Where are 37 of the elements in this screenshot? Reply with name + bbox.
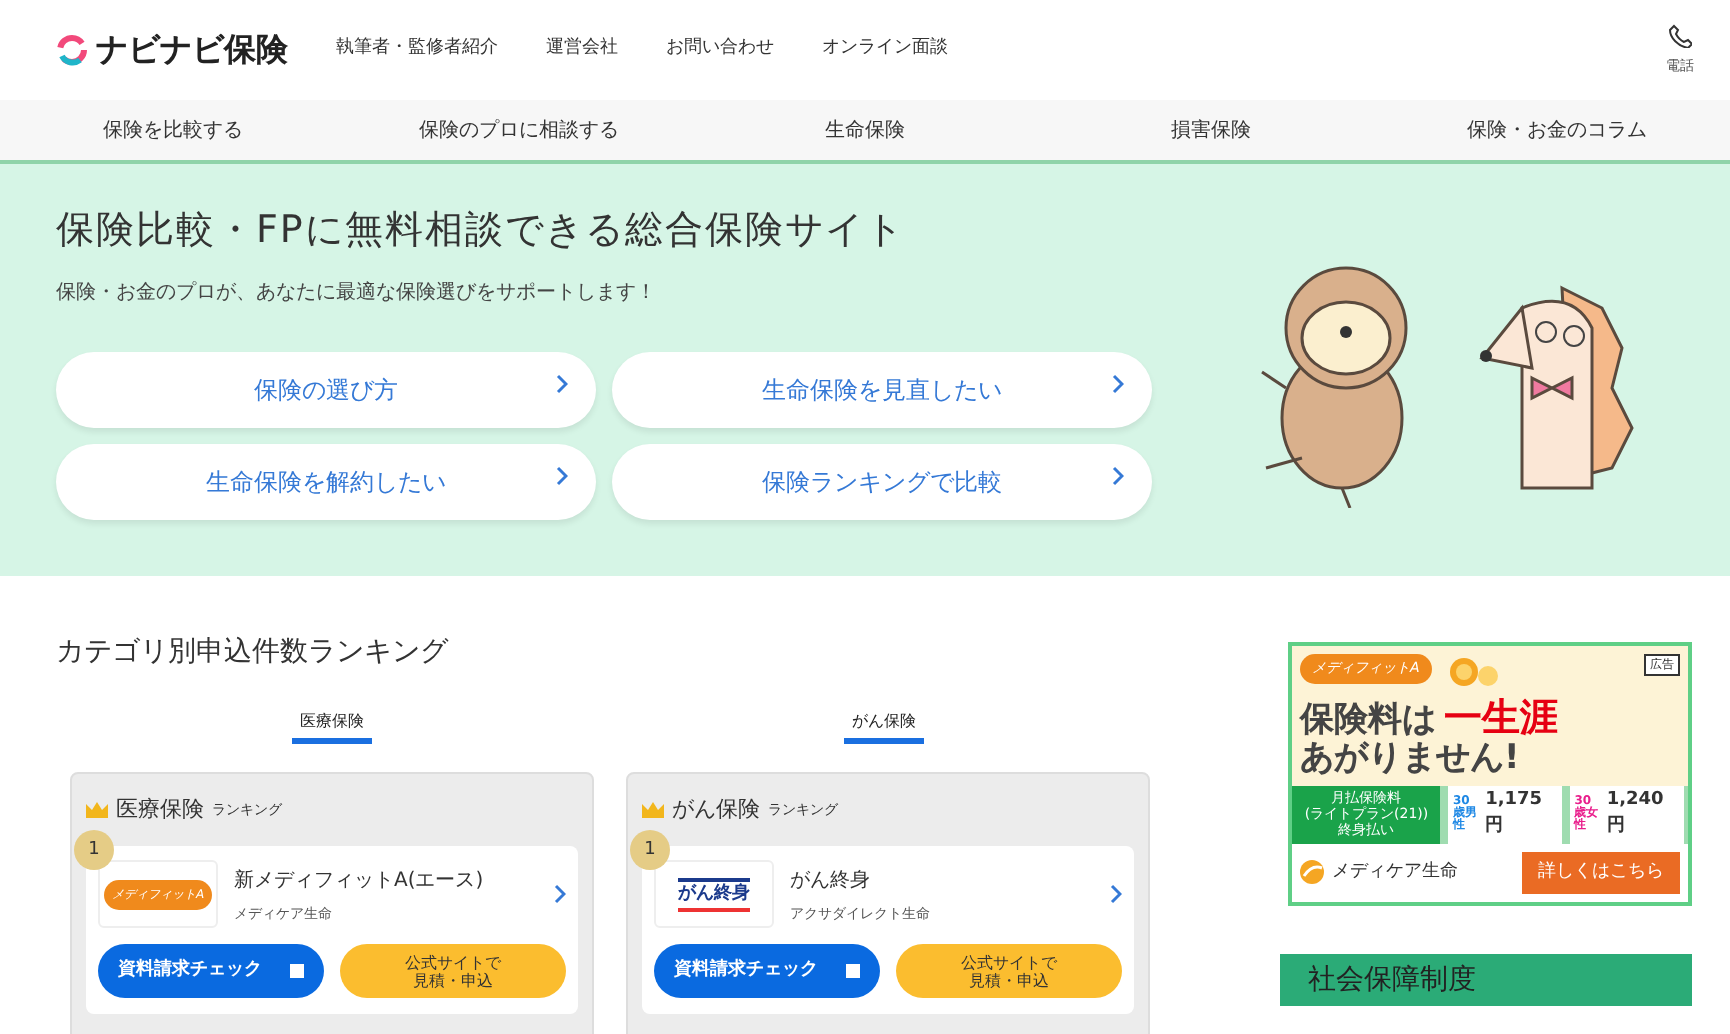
- hero-title: 保険比較・FPに無料相談できる総合保険サイト: [56, 208, 907, 254]
- apply-button[interactable]: 公式サイトで見積・申込: [896, 944, 1122, 999]
- product-name[interactable]: 新メディフィットA(エース): [234, 865, 538, 896]
- price-value: 1,175円: [1485, 787, 1545, 841]
- category-tab[interactable]: 医療保険: [292, 709, 372, 744]
- product-name[interactable]: がん終身: [790, 865, 1094, 896]
- ranking-heading: 医療保険: [116, 793, 204, 826]
- hero-button[interactable]: 保険ランキングで比較: [612, 443, 1152, 520]
- nav-link[interactable]: 保険を比較する: [0, 115, 346, 145]
- ad-headline: あがりません!: [1298, 739, 1522, 778]
- logo-text: がん終身: [678, 877, 750, 913]
- request-button[interactable]: 資料請求チェック: [654, 944, 880, 999]
- nav-link[interactable]: 生命保険: [692, 115, 1038, 145]
- rank-badge: 1: [74, 830, 114, 871]
- company-name: メディケア生命: [1332, 859, 1458, 886]
- section-title: カテゴリ別申込件数ランキング: [56, 636, 451, 670]
- hero-button[interactable]: 生命保険を解約したい: [56, 443, 596, 520]
- nav-link[interactable]: 保険のプロに相談する: [346, 115, 692, 145]
- header-link[interactable]: 執筆者・監修者紹介: [336, 36, 498, 64]
- category-tab[interactable]: がん保険: [844, 709, 924, 744]
- header-link[interactable]: お問い合わせ: [666, 36, 774, 64]
- hero-subtitle: 保険・お金のプロが、あなたに最適な保険選びをサポートします！: [56, 279, 658, 308]
- hero-button[interactable]: 保険の選び方: [56, 351, 596, 428]
- nav-link[interactable]: 損害保険: [1038, 115, 1384, 145]
- hero-button[interactable]: 生命保険を見直したい: [612, 351, 1152, 428]
- ad-headline: 保険料は: [1300, 700, 1436, 740]
- apply-button[interactable]: 公式サイトで見積・申込: [340, 944, 566, 999]
- logo-text[interactable]: ナビナビ保険: [96, 26, 288, 74]
- ad-highlight: 一生涯: [1444, 696, 1558, 740]
- side-banner[interactable]: 社会保障制度: [1280, 954, 1692, 1007]
- price-value: 1,240円: [1606, 787, 1666, 841]
- header-link[interactable]: 運営会社: [546, 36, 618, 64]
- nav-link[interactable]: 保険・お金のコラム: [1384, 115, 1730, 145]
- request-button[interactable]: 資料請求チェック: [98, 944, 324, 999]
- ranking-heading: がん保険: [672, 793, 760, 826]
- rank-badge: 1: [630, 830, 670, 871]
- header-link[interactable]: オンライン面談: [822, 36, 948, 64]
